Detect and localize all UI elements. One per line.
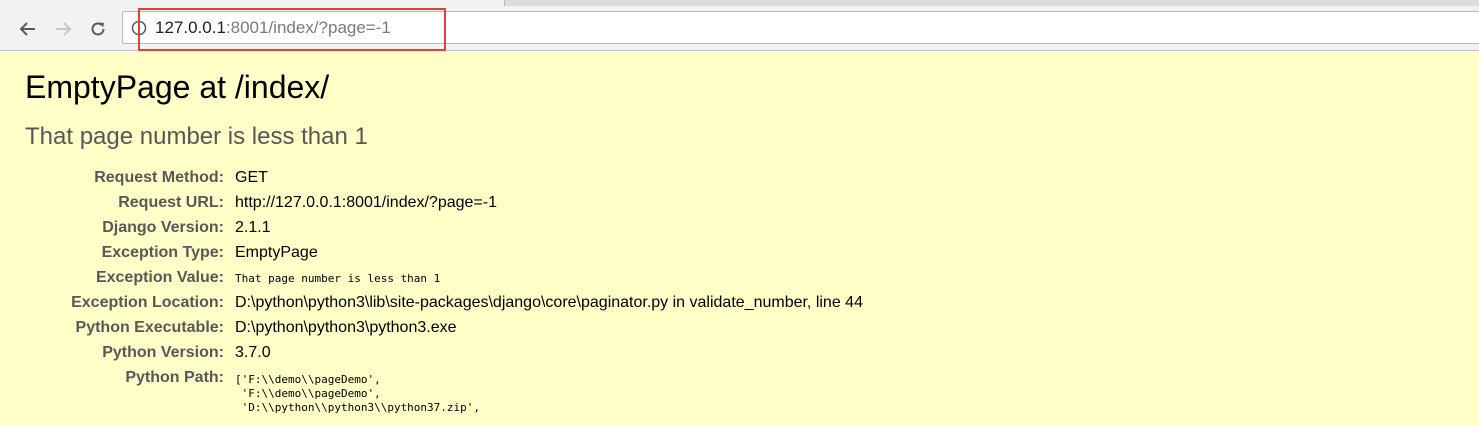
arrow-left-icon <box>19 22 35 36</box>
info-icon[interactable] <box>131 20 147 36</box>
meta-label: Python Version: <box>102 344 224 361</box>
meta-row-exception-value: Exception Value: That page number is les… <box>0 266 1100 291</box>
meta-label: Django Version: <box>102 219 224 236</box>
meta-row-request-url: Request URL: http://127.0.0.1:8001/index… <box>0 191 1100 216</box>
meta-value: That page number is less than 1 <box>235 272 441 285</box>
meta-value: D:\python\python3\lib\site-packages\djan… <box>235 294 863 311</box>
page-title: EmptyPage at /index/ <box>25 69 330 105</box>
reload-button[interactable] <box>85 16 111 42</box>
meta-row-django-version: Django Version: 2.1.1 <box>0 216 1100 241</box>
forward-button[interactable] <box>50 16 76 42</box>
meta-label: Python Executable: <box>75 319 224 336</box>
python-path-line: 'F:\\demo\\pageDemo', <box>235 387 381 400</box>
meta-label: Exception Location: <box>71 294 224 311</box>
url-path: :8001/index/?page=-1 <box>225 18 391 37</box>
error-page: EmptyPage at /index/ That page number is… <box>0 52 1479 414</box>
reload-icon <box>91 22 105 36</box>
meta-row-python-path: Python Path: ['F:\\demo\\pageDemo', 'F:\… <box>0 366 1100 426</box>
meta-row-request-method: Request Method: GET <box>0 166 1100 191</box>
exception-message: That page number is less than 1 <box>25 123 368 150</box>
meta-label: Request Method: <box>94 169 224 186</box>
meta-label: Exception Type: <box>101 244 224 261</box>
meta-row-python-executable: Python Executable: D:\python\python3\pyt… <box>0 316 1100 341</box>
meta-row-exception-location: Exception Location: D:\python\python3\li… <box>0 291 1100 316</box>
url-text[interactable]: 127.0.0.1:8001/index/?page=-1 <box>155 18 391 38</box>
meta-value: 3.7.0 <box>235 344 271 361</box>
meta-value: http://127.0.0.1:8001/index/?page=-1 <box>235 194 497 211</box>
meta-value: 2.1.1 <box>235 219 271 236</box>
arrow-right-icon <box>56 22 72 36</box>
meta-value: D:\python\python3\python3.exe <box>235 319 457 336</box>
python-path-line: ['F:\\demo\\pageDemo', <box>235 373 381 386</box>
python-path-line: 'D:\\python\\python3\\python37.zip', <box>235 401 481 414</box>
url-host: 127.0.0.1 <box>155 18 226 37</box>
meta-label: Request URL: <box>118 194 224 211</box>
browser-toolbar: 127.0.0.1:8001/index/?page=-1 <box>0 6 1479 51</box>
python-path-list: ['F:\\demo\\pageDemo', 'F:\\demo\\pageDe… <box>235 373 480 415</box>
back-button[interactable] <box>15 16 41 42</box>
meta-row-python-version: Python Version: 3.7.0 <box>0 341 1100 366</box>
meta-label: Python Path: <box>125 369 224 386</box>
meta-label: Exception Value: <box>95 269 224 286</box>
address-bar[interactable]: 127.0.0.1:8001/index/?page=-1 <box>122 11 1479 44</box>
meta-value: EmptyPage <box>235 244 318 261</box>
meta-row-exception-type: Exception Type: EmptyPage <box>0 241 1100 266</box>
meta-value: GET <box>235 169 268 186</box>
